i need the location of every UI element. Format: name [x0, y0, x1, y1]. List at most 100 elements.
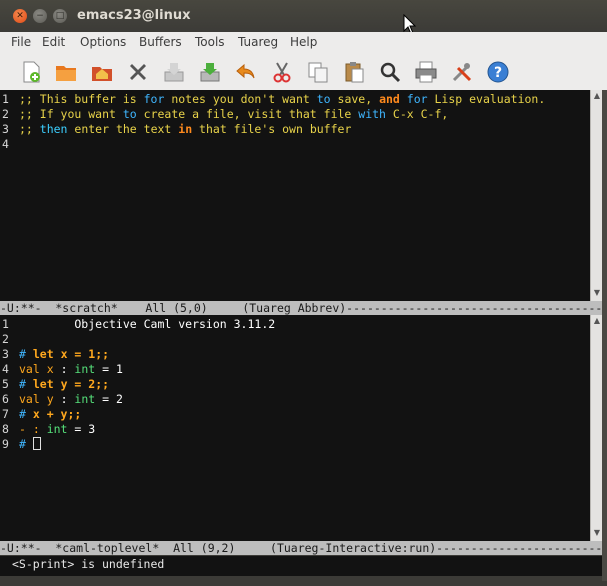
menu-tuareg[interactable]: Tuareg [238, 35, 278, 49]
line-number: 9 [2, 437, 9, 451]
line-content: ;; If you want to create a file, visit t… [19, 107, 448, 122]
menu-buffers[interactable]: Buffers [139, 35, 182, 49]
help-icon[interactable]: ? [485, 59, 511, 85]
code-token: for [406, 92, 428, 106]
menu-edit[interactable]: Edit [42, 35, 65, 49]
save-icon[interactable] [161, 59, 187, 85]
line-number: 5 [2, 377, 9, 391]
scroll-up-icon[interactable]: ▲ [592, 316, 602, 326]
code-token: - : [19, 422, 47, 436]
paste-icon[interactable] [341, 59, 367, 85]
code-token: enter the text [67, 122, 179, 136]
scratch-buffer-window[interactable]: 1 ;; This buffer is for notes you don't w… [0, 90, 602, 301]
cut-icon[interactable] [269, 59, 295, 85]
menu-options[interactable]: Options [80, 35, 126, 49]
line-number: 4 [2, 137, 9, 151]
code-token: # [19, 377, 26, 391]
code-token: ;; [19, 122, 40, 136]
code-token: x [39, 362, 61, 376]
line-number: 2 [2, 107, 9, 121]
menu-file[interactable]: File [11, 35, 31, 49]
line-number: 3 [2, 347, 9, 361]
line-number: 1 [2, 317, 9, 331]
line-content: Objective Caml version 3.11.2 [19, 317, 275, 332]
scratch-mode-line[interactable]: -U:**- *scratch* All (5,0) (Tuareg Abbre… [0, 301, 602, 315]
line-content: - : int = 3 [19, 422, 95, 437]
code-token: x = 1;; [53, 347, 110, 361]
line-number: 8 [2, 422, 9, 436]
new-file-icon[interactable] [18, 59, 44, 85]
print-icon[interactable] [413, 59, 439, 85]
save-as-icon[interactable] [197, 59, 223, 85]
code-token: # [19, 437, 26, 451]
code-token: y = 2;; [53, 377, 110, 391]
code-token: to [316, 92, 331, 106]
menu-help[interactable]: Help [290, 35, 317, 49]
code-token: ;; If you want [19, 107, 123, 121]
dired-icon[interactable] [89, 59, 115, 85]
echo-area-message: <S-print> is undefined [12, 557, 165, 571]
line-number: 1 [2, 92, 9, 106]
code-token: : [60, 362, 68, 376]
window-titlebar[interactable]: ✕ − □ emacs23@linux [0, 0, 607, 35]
caml-toplevel-window[interactable]: 1 Objective Caml version 3.11.2 2 3 # let x… [0, 315, 602, 541]
code-token: for [143, 92, 165, 106]
text-cursor [32, 437, 41, 450]
code-token: create a file, visit that file [136, 107, 359, 121]
window-right-edge [602, 90, 607, 581]
minibuffer[interactable]: <S-print> is undefined [0, 556, 602, 576]
minimize-window-icon[interactable]: − [33, 9, 47, 23]
code-token: # [19, 407, 26, 421]
code-token: in [178, 122, 193, 136]
line-content: val y : int = 2 [19, 392, 123, 407]
customize-icon[interactable] [449, 59, 475, 85]
scroll-up-icon[interactable]: ▲ [592, 91, 602, 101]
scroll-down-icon[interactable]: ▼ [592, 288, 602, 298]
code-token: val [19, 362, 40, 376]
code-token: to [122, 107, 137, 121]
copy-icon[interactable] [305, 59, 331, 85]
line-content: val x : int = 1 [19, 362, 123, 377]
code-token: C-x C-f, [385, 107, 449, 121]
line-number: 2 [2, 332, 9, 346]
line-number: 4 [2, 362, 9, 376]
line-content: ;; This buffer is for notes you don't wa… [19, 92, 545, 107]
code-token: let [32, 377, 54, 391]
search-icon[interactable] [377, 59, 403, 85]
maximize-window-icon[interactable]: □ [53, 9, 67, 23]
code-token: int [46, 422, 68, 436]
line-content: ;; then enter the text in that file's ow… [19, 122, 351, 137]
line-content: # x + y;; [19, 407, 81, 422]
undo-icon[interactable] [233, 59, 259, 85]
code-token: that file's own buffer [192, 122, 352, 136]
code-token: = 1 [95, 362, 123, 376]
line-number: 7 [2, 407, 9, 421]
code-token: val [19, 392, 40, 406]
code-token: with [358, 107, 386, 121]
code-token: notes you don't want [164, 92, 317, 106]
menu-tools[interactable]: Tools [195, 35, 225, 49]
code-token: int [67, 392, 96, 406]
code-token: let [32, 347, 54, 361]
window-title: emacs23@linux [77, 8, 191, 23]
close-buffer-icon[interactable] [125, 59, 151, 85]
code-token: ;; This buffer is [19, 92, 144, 106]
scroll-down-icon[interactable]: ▼ [592, 528, 602, 538]
code-token: int [67, 362, 96, 376]
code-token: then [39, 122, 68, 136]
menu-bar: File Edit Options Buffers Tools Tuareg H… [0, 32, 607, 54]
line-content: # [19, 437, 41, 452]
code-token: Lisp evaluation. [427, 92, 546, 106]
code-token: and [379, 92, 400, 106]
code-token: x + y;; [25, 407, 82, 421]
toplevel-mode-line[interactable]: -U:**- *caml-toplevel* All (9,2) (Tuareg… [0, 541, 602, 555]
line-number: 3 [2, 122, 9, 136]
close-window-icon[interactable]: ✕ [13, 9, 27, 23]
line-number: 6 [2, 392, 9, 406]
svg-text:?: ? [494, 65, 502, 81]
open-folder-icon[interactable] [53, 59, 79, 85]
